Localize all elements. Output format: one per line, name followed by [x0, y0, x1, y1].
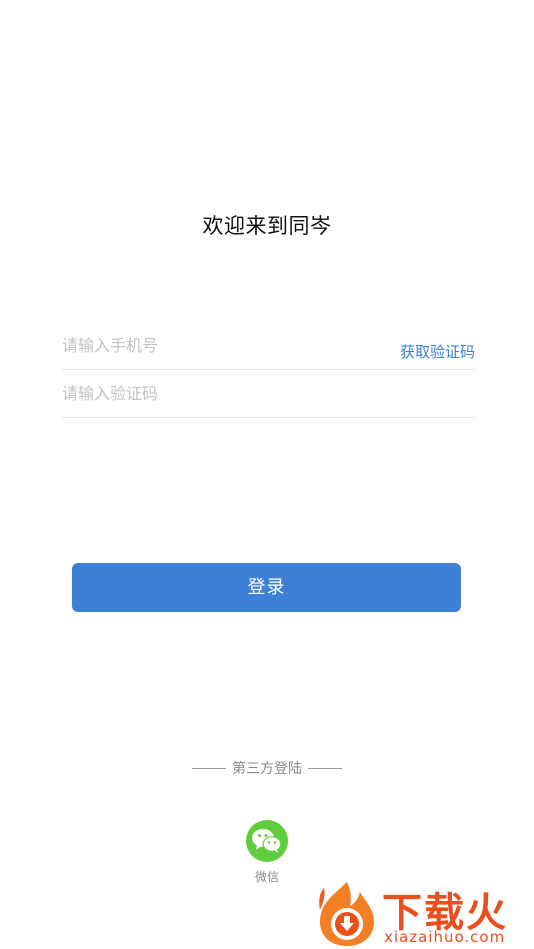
phone-field: 获取验证码 [62, 322, 475, 370]
code-input[interactable] [62, 370, 382, 417]
divider-line-left [192, 767, 226, 769]
login-button[interactable]: 登录 [72, 563, 461, 612]
flame-logo-icon [319, 882, 374, 946]
page-title: 欢迎来到同岑 [202, 214, 332, 238]
code-field [62, 370, 475, 418]
phone-input[interactable] [62, 322, 382, 369]
third-party-label: 第三方登陆 [232, 761, 302, 777]
watermark-domain: xiazaihuo.com [384, 928, 506, 946]
get-code-button[interactable]: 获取验证码 [400, 322, 475, 369]
watermark-logo: 下载火 xiazaihuo.com [314, 876, 534, 949]
divider-line-right [308, 767, 342, 769]
wechat-label: 微信 [254, 870, 279, 884]
wechat-login-button[interactable]: 微信 [246, 820, 288, 885]
wechat-icon[interactable] [246, 820, 288, 862]
third-party-divider: 第三方登陆 [0, 758, 534, 778]
